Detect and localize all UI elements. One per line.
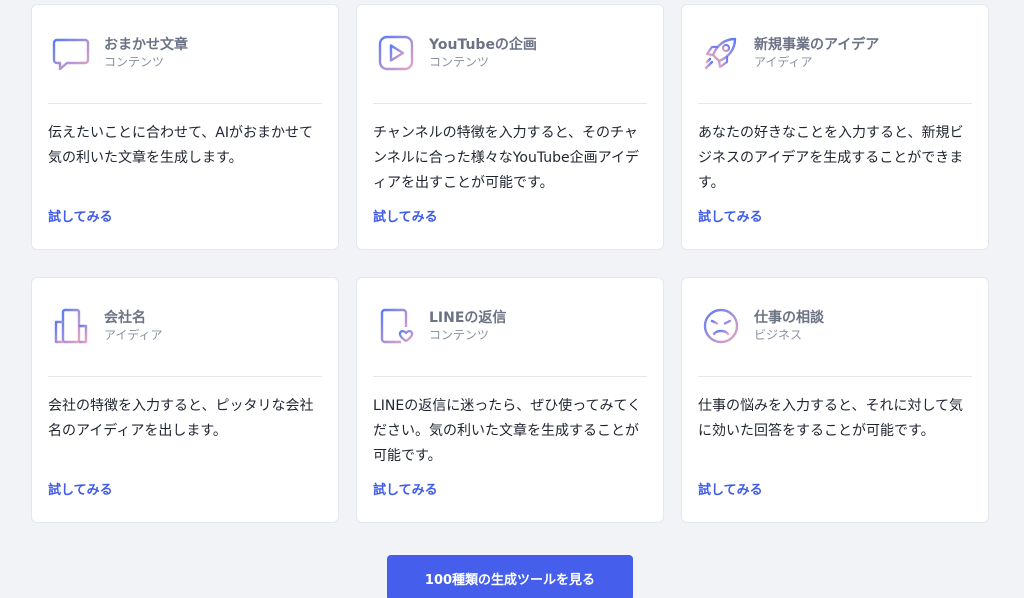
card-description: あなたの好きなことを入力すると、新規ビジネスのアイデアを生成することができます。 <box>698 125 964 191</box>
try-link[interactable]: 試してみる <box>373 206 438 225</box>
card-header: 新規事業のアイデア アイディア <box>699 31 879 75</box>
card-divider <box>698 376 972 377</box>
card-header: YouTubeの企画 コンテンツ <box>374 31 537 75</box>
card-category: コンテンツ <box>429 54 490 69</box>
tool-card: おまかせ文章 コンテンツ 伝えたいことに合わせて、AIがおまかせて気の利いた文章… <box>31 4 339 250</box>
tool-card: 会社名 アイディア 会社の特徴を入力すると、ピッタリな会社名のアイディアを出しま… <box>31 277 339 523</box>
card-title: 仕事の相談 <box>754 309 824 326</box>
card-divider <box>698 103 972 104</box>
view-all-tools-button[interactable]: 100種類の生成ツールを見る <box>387 555 633 598</box>
page: おまかせ文章 コンテンツ 伝えたいことに合わせて、AIがおまかせて気の利いた文章… <box>0 0 1024 598</box>
card-description: 伝えたいことに合わせて、AIがおまかせて気の利いた文章を生成します。 <box>48 125 314 166</box>
card-divider <box>48 103 322 104</box>
card-header: 仕事の相談 ビジネス <box>699 304 824 348</box>
card-header: 会社名 アイディア <box>49 304 163 348</box>
card-description: 仕事の悩みを入力すると、それに対して気に効いた回答をすることが可能です。 <box>698 398 964 439</box>
card-title: おまかせ文章 <box>104 36 188 53</box>
card-category: コンテンツ <box>104 54 165 69</box>
try-link[interactable]: 試してみる <box>698 206 763 225</box>
tool-card: LINEの返信 コンテンツ LINEの返信に迷ったら、ぜひ使ってみてください。気… <box>356 277 664 523</box>
video-play-icon <box>374 31 418 75</box>
card-title: 会社名 <box>104 309 146 326</box>
building-icon <box>49 304 93 348</box>
try-link[interactable]: 試してみる <box>48 479 113 498</box>
card-description: チャンネルの特徴を入力すると、そのチャンネルに合った様々なYouTube企画アイ… <box>373 125 639 191</box>
card-divider <box>373 103 647 104</box>
try-link[interactable]: 試してみる <box>698 479 763 498</box>
tool-card-grid: おまかせ文章 コンテンツ 伝えたいことに合わせて、AIがおまかせて気の利いた文章… <box>31 4 989 523</box>
card-title: 新規事業のアイデア <box>754 36 880 53</box>
card-title: YouTubeの企画 <box>429 36 537 53</box>
document-heart-icon <box>374 304 418 348</box>
card-header: LINEの返信 コンテンツ <box>374 304 506 348</box>
card-divider <box>373 376 647 377</box>
card-category: アイディア <box>754 54 813 69</box>
try-link[interactable]: 試してみる <box>48 206 113 225</box>
card-category: アイディア <box>104 327 163 342</box>
rocket-icon <box>699 31 743 75</box>
card-description: LINEの返信に迷ったら、ぜひ使ってみてください。気の利いた文章を生成することが… <box>373 398 642 464</box>
sad-face-icon <box>699 304 743 348</box>
card-description: 会社の特徴を入力すると、ピッタリな会社名のアイディアを出します。 <box>48 398 314 439</box>
tool-card: 新規事業のアイデア アイディア あなたの好きなことを入力すると、新規ビジネスのア… <box>681 4 989 250</box>
tool-card: YouTubeの企画 コンテンツ チャンネルの特徴を入力すると、そのチャンネルに… <box>356 4 664 250</box>
card-category: ビジネス <box>754 327 803 342</box>
tool-card: 仕事の相談 ビジネス 仕事の悩みを入力すると、それに対して気に効いた回答をするこ… <box>681 277 989 523</box>
try-link[interactable]: 試してみる <box>373 479 438 498</box>
card-header: おまかせ文章 コンテンツ <box>49 31 188 75</box>
card-divider <box>48 376 322 377</box>
chat-text-icon <box>49 31 93 75</box>
card-title: LINEの返信 <box>429 309 507 326</box>
card-category: コンテンツ <box>429 327 490 342</box>
